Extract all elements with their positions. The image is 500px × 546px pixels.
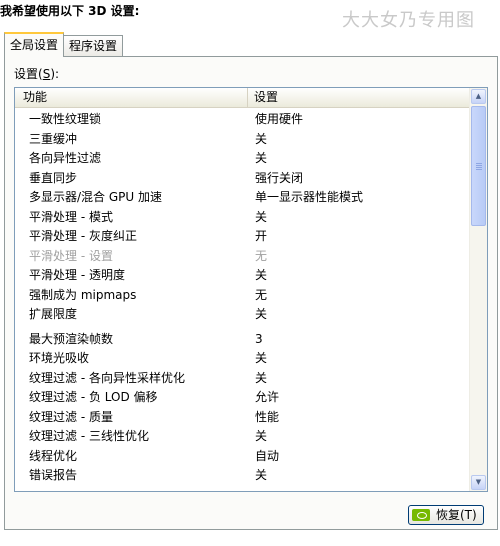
list-item-value[interactable]: 性能 [255,408,279,428]
list-item[interactable]: 一致性纹理锁 使用硬件 [15,110,470,130]
arrow-down-icon[interactable]: ▼ [471,475,486,490]
grip-line [476,167,482,168]
list-item[interactable]: 平滑处理 - 透明度 关 [15,266,470,286]
list-item-feature: 多显示器/混合 GPU 加速 [29,190,162,204]
list-item-value[interactable]: 使用硬件 [255,110,303,130]
list-item-value[interactable]: 强行关闭 [255,169,303,189]
list-item[interactable]: 错误报告 关 [15,466,470,486]
list-item-feature: 平滑处理 - 模式 [29,209,113,224]
list-item-feature: 纹理过滤 - 三线性优化 [29,429,149,443]
list-item-value[interactable]: 3 [255,330,263,350]
list-item-feature: 错误报告 [29,468,78,482]
list-item-value[interactable]: 开 [255,227,267,247]
list-item-feature: 最大预渲染帧数 [29,331,114,346]
list-item-value[interactable]: 关 [255,349,267,369]
list-item-feature: 一致性纹理锁 [29,112,102,126]
list-item-value[interactable]: 自动 [255,447,279,467]
list-item-feature: 垂直同步 [29,170,78,185]
settings-label: 设置(S): [14,65,59,82]
list-item[interactable]: 线程优化 自动 [15,447,470,467]
grip-line [476,165,482,166]
list-item[interactable]: 纹理过滤 - 三线性优化 关 [15,427,470,447]
list-item[interactable]: 纹理过滤 - 质量 性能 [15,408,470,428]
list-item-feature: 环境光吸收 [29,351,90,365]
list-item[interactable]: 环境光吸收 关 [15,349,470,369]
dialog-root: 我希望使用以下 3D 设置: 大大女乃专用图 全局设置 程序设置 设置(S): … [0,0,500,546]
list-item-value[interactable]: 关 [255,466,267,486]
list-item-feature: 纹理过滤 - 质量 [29,409,113,424]
list-item-value[interactable]: 关 [255,305,267,325]
list-item[interactable]: 纹理过滤 - 负 LOD 偏移 允许 [15,388,470,408]
page-heading: 我希望使用以下 3D 设置: [0,4,140,18]
tab-program-settings[interactable]: 程序设置 [63,35,124,56]
grip-line [476,163,482,164]
list-item-feature: 平滑处理 - 设置 [29,248,113,263]
list-item[interactable]: 多显示器/混合 GPU 加速 单一显示器性能模式 [15,188,470,208]
list-header: 功能 设置 [15,88,470,108]
list-item-value[interactable]: 无 [255,286,267,306]
list-item-feature: 三重缓冲 [29,131,78,146]
vertical-scrollbar[interactable]: ▲ ▼ [469,88,487,491]
scrollbar-thumb[interactable] [471,106,486,226]
list-item-value[interactable]: 关 [255,369,267,389]
list-item[interactable]: 最大预渲染帧数 3 [15,330,470,350]
settings-panel: 设置(S): 功能 设置 一致性纹理锁 使用硬件 三重缓冲关各向异性过滤关垂直同步强… [4,56,498,530]
list-item-feature: 各向异性过滤 [29,151,102,165]
list-item[interactable]: 各向异性过滤 关 [15,149,470,169]
grip-line [476,169,482,170]
list-item[interactable]: 扩展限度 关 [15,305,470,325]
list-item-feature: 强制成为 mipmaps [29,287,137,302]
list-item-value[interactable]: 允许 [255,388,279,408]
list-item-feature: 平滑处理 - 灰度纠正 [29,229,137,243]
restore-button-label: 恢复(T) [436,508,477,522]
list-item[interactable]: 垂直同步 强行关闭 [15,169,470,189]
list-item-feature: 线程优化 [29,448,78,463]
list-item[interactable]: 纹理过滤 - 各向异性采样优化 关 [15,369,470,389]
list-item-value[interactable]: 关 [255,427,267,447]
arrow-up-icon[interactable]: ▲ [471,89,486,104]
restore-button[interactable]: 恢复(T) [408,505,484,525]
settings-list[interactable]: 功能 设置 一致性纹理锁 使用硬件 三重缓冲关各向异性过滤关垂直同步 强行关闭 多显示器… [14,87,488,492]
list-item[interactable]: 平滑处理 - 设置 无 [15,247,470,267]
settings-label-end: ): [50,67,60,81]
list-item[interactable]: 三重缓冲 关 [15,130,470,150]
settings-label-text: 设置( [14,67,43,81]
list-item[interactable]: 强制成为 mipmaps 无 [15,286,470,306]
list-item-value[interactable]: 关 [255,266,267,286]
nvidia-icon [412,509,430,521]
list-item-value[interactable]: 单一显示器性能模式 [255,188,363,208]
list-item-feature: 纹理过滤 - 负 LOD 偏移 [29,390,158,404]
list-item-value[interactable]: 关 [255,149,267,169]
watermark: 大大女乃专用图 [342,10,475,31]
list-item-value[interactable]: 关 [255,208,267,228]
list-item[interactable]: 平滑处理 - 模式 关 [15,208,470,228]
list-item-feature: 扩展限度 [29,307,78,321]
list-item-feature: 平滑处理 - 透明度 [29,268,125,282]
list-item-value[interactable]: 关 [255,130,267,150]
column-header-feature[interactable]: 功能 [23,88,47,107]
settings-rows: 一致性纹理锁 使用硬件 三重缓冲关各向异性过滤关垂直同步 强行关闭 多显示器/混合 GP… [15,110,470,486]
column-header-setting[interactable]: 设置 [247,88,278,107]
list-item-value[interactable]: 无 [255,247,267,267]
tab-global-settings[interactable]: 全局设置 [4,32,65,57]
list-item-feature: 纹理过滤 - 各向异性采样优化 [29,370,185,385]
tab-bar: 全局设置 程序设置 [4,32,124,57]
list-item[interactable]: 平滑处理 - 灰度纠正 开 [15,227,470,247]
